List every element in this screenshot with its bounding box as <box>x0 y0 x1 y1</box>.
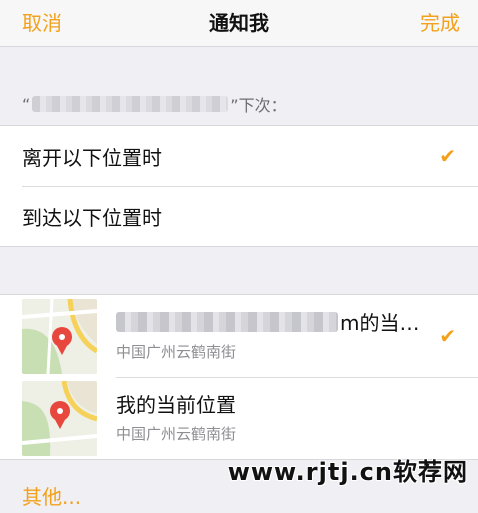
page-title: 通知我 <box>209 11 269 35</box>
other-location-button[interactable]: 其他... <box>22 481 81 510</box>
location-title: m的当… <box>116 307 419 336</box>
location-subtitle: 中国广州云鹤南街 <box>116 425 237 443</box>
navigation-bar: 取消 通知我 完成 <box>0 0 478 47</box>
location-subtitle: 中国广州云鹤南街 <box>116 343 237 361</box>
trigger-leave-label: 离开以下位置时 <box>22 145 162 170</box>
location-group: m的当… 中国广州云鹤南街 ✔ 我的当前位置 中国广州云鹤南街 <box>0 294 478 460</box>
done-button[interactable]: 完成 <box>420 7 460 36</box>
location-row-1[interactable]: m的当… 中国广州云鹤南街 ✔ <box>0 295 478 377</box>
checkmark-icon: ✔ <box>439 324 456 348</box>
location-row-2[interactable]: 我的当前位置 中国广州云鹤南街 <box>0 377 478 459</box>
trigger-group: 离开以下位置时 ✔ 到达以下位置时 <box>0 125 478 247</box>
location-title-text: m的当… <box>340 311 420 335</box>
section-header: “ ”下次： <box>22 92 287 116</box>
redacted-location-name <box>116 311 338 332</box>
map-thumbnail <box>22 299 97 374</box>
section-header-suffix: ”下次： <box>230 96 287 115</box>
trigger-arrive-label: 到达以下位置时 <box>22 205 162 230</box>
watermark: www.rjtj.cn软荐网 <box>227 458 468 486</box>
checkmark-icon: ✔ <box>439 144 456 168</box>
section-header-prefix: “ <box>22 94 31 114</box>
map-thumbnail <box>22 381 97 456</box>
redacted-reminder-title <box>32 96 229 112</box>
trigger-arrive-row[interactable]: 到达以下位置时 <box>0 186 478 246</box>
trigger-leave-row[interactable]: 离开以下位置时 ✔ <box>0 126 478 186</box>
location-title: 我的当前位置 <box>116 393 236 417</box>
